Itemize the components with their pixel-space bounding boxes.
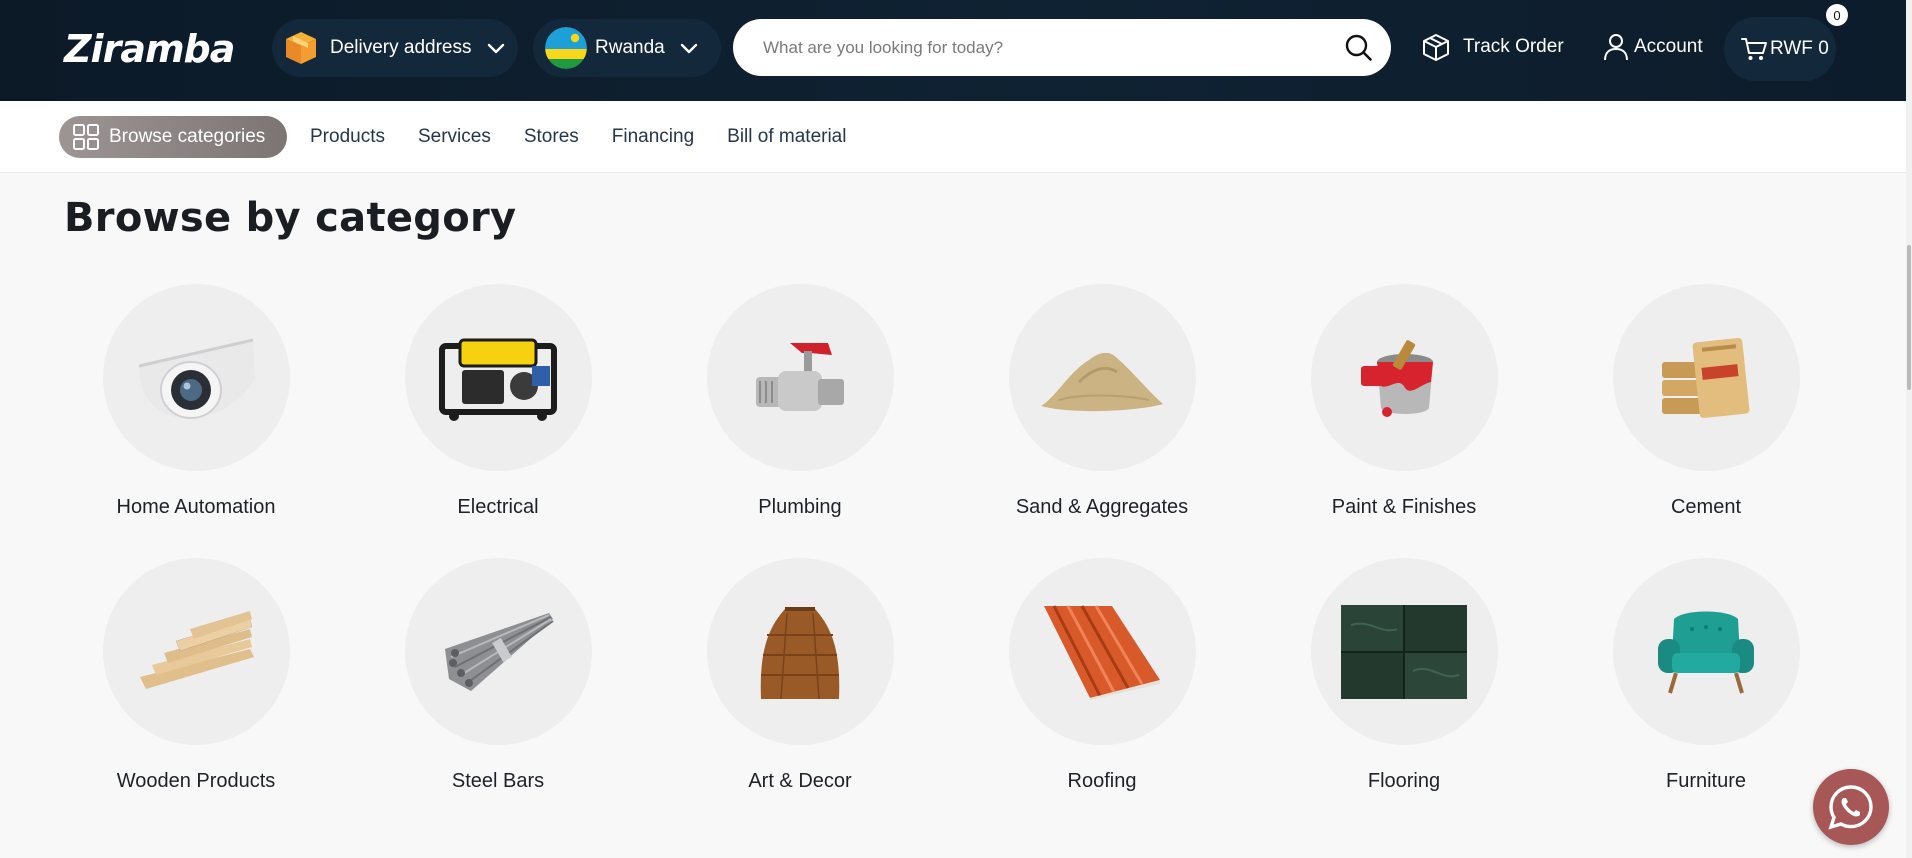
account-label: Account xyxy=(1634,36,1703,57)
account-link[interactable]: Account xyxy=(1602,28,1703,66)
category-wooden-products[interactable]: Wooden Products xyxy=(66,558,326,793)
scrollbar-thumb[interactable] xyxy=(1907,245,1911,390)
sand-pile-icon xyxy=(1041,352,1163,411)
floor-tile-icon xyxy=(1341,604,1467,699)
browse-categories-button[interactable]: Browse categories xyxy=(59,116,287,158)
shopping-cart-icon xyxy=(1741,38,1767,60)
category-roofing[interactable]: Roofing xyxy=(972,558,1232,793)
cement-bags-icon xyxy=(1662,337,1750,418)
cart-button[interactable]: RWF 0 xyxy=(1724,17,1836,81)
vase-icon xyxy=(760,606,840,699)
package-outline-icon xyxy=(1423,34,1449,61)
track-order-label: Track Order xyxy=(1463,36,1564,57)
nav-link-bill-of-material[interactable]: Bill of material xyxy=(727,126,846,148)
category-image xyxy=(102,284,290,471)
category-image xyxy=(404,558,592,745)
category-label: Steel Bars xyxy=(451,770,545,792)
ziramba-logo[interactable]: Ziramba xyxy=(64,26,235,72)
wood-planks-icon xyxy=(140,610,254,689)
security-camera-icon xyxy=(138,338,255,419)
valve-icon xyxy=(756,342,844,411)
delivery-address-button[interactable]: Delivery address xyxy=(272,19,518,77)
cart-amount: RWF 0 xyxy=(1770,38,1829,59)
chevron-down-icon xyxy=(680,43,697,54)
category-electrical[interactable]: Electrical xyxy=(368,284,628,519)
package-icon xyxy=(286,32,316,64)
search-input[interactable] xyxy=(763,19,1323,76)
browse-categories-label: Browse categories xyxy=(109,126,266,147)
nav-link-services[interactable]: Services xyxy=(418,126,491,148)
generator-icon xyxy=(439,338,557,421)
category-label: Roofing xyxy=(1067,770,1137,792)
search-icon[interactable] xyxy=(1344,33,1373,62)
roof-sheet-icon xyxy=(1044,604,1160,700)
page-scrollbar[interactable] xyxy=(1906,0,1912,858)
category-image xyxy=(404,284,592,471)
user-icon xyxy=(1604,34,1628,61)
category-image xyxy=(1612,284,1800,471)
paint-bucket-icon xyxy=(1361,339,1433,417)
category-furniture[interactable]: Furniture xyxy=(1576,558,1836,793)
category-image xyxy=(706,284,894,471)
logo-text: Ziramba xyxy=(64,27,235,71)
category-label: Sand & Aggregates xyxy=(1015,496,1189,518)
nav-link-financing[interactable]: Financing xyxy=(612,126,694,148)
category-flooring[interactable]: Flooring xyxy=(1274,558,1534,793)
category-image xyxy=(1310,558,1498,745)
rwanda-flag-icon xyxy=(545,27,587,69)
category-label: Art & Decor xyxy=(748,770,852,792)
category-image xyxy=(1008,558,1196,745)
whatsapp-icon xyxy=(1828,785,1873,830)
category-art-decor[interactable]: Art & Decor xyxy=(670,558,930,793)
country-label: Rwanda xyxy=(595,37,665,58)
category-label: Cement xyxy=(1670,496,1742,518)
category-sand-aggregates[interactable]: Sand & Aggregates xyxy=(972,284,1232,519)
category-label: Plumbing xyxy=(758,496,842,518)
category-plumbing[interactable]: Plumbing xyxy=(670,284,930,519)
armchair-icon xyxy=(1658,611,1754,694)
search-bar xyxy=(733,19,1391,76)
category-label: Flooring xyxy=(1367,770,1441,792)
track-order-link[interactable]: Track Order xyxy=(1421,28,1564,66)
steel-bars-icon xyxy=(445,612,554,691)
category-cement[interactable]: Cement xyxy=(1576,284,1836,519)
nav-link-products[interactable]: Products xyxy=(310,126,385,148)
chevron-down-icon xyxy=(487,43,504,54)
category-image xyxy=(1310,284,1498,471)
category-image xyxy=(1008,284,1196,471)
category-image xyxy=(706,558,894,745)
country-selector[interactable]: Rwanda xyxy=(533,19,721,77)
category-label: Furniture xyxy=(1665,770,1747,792)
category-home-automation[interactable]: Home Automation xyxy=(66,284,326,519)
category-label: Home Automation xyxy=(116,496,276,518)
category-label: Wooden Products xyxy=(116,770,276,792)
category-image xyxy=(1612,558,1800,745)
whatsapp-chat-button[interactable] xyxy=(1813,769,1889,845)
section-heading: Browse by category xyxy=(64,195,517,241)
category-image xyxy=(102,558,290,745)
nav-link-stores[interactable]: Stores xyxy=(524,126,579,148)
delivery-address-label: Delivery address xyxy=(330,37,472,58)
category-label: Paint & Finishes xyxy=(1331,496,1477,518)
category-label: Electrical xyxy=(457,496,539,518)
category-nav-bar: Browse categories Products Services Stor… xyxy=(0,101,1906,173)
grid-icon xyxy=(73,124,99,150)
cart-count-badge: 0 xyxy=(1826,4,1848,26)
category-steel-bars[interactable]: Steel Bars xyxy=(368,558,628,793)
category-paint-finishes[interactable]: Paint & Finishes xyxy=(1274,284,1534,519)
